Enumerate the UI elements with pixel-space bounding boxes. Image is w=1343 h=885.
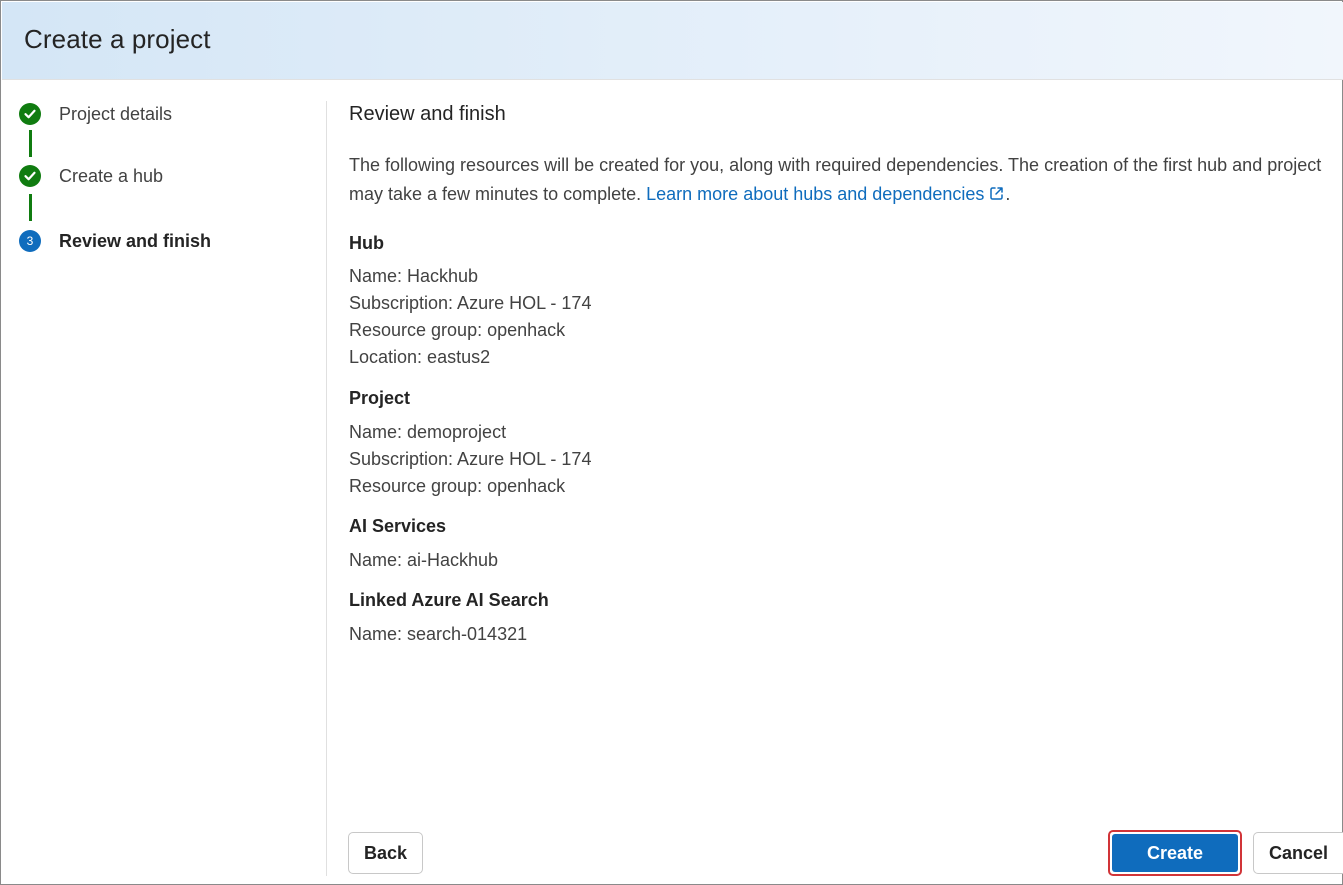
ai-search-section-title: Linked Azure AI Search: [349, 590, 549, 610]
project-name: Name: demoproject: [349, 422, 507, 442]
ai-services-name: Name: ai-Hackhub: [349, 550, 499, 570]
project-section-title: Project: [349, 388, 411, 408]
panel-divider: [326, 101, 327, 876]
project-subscription: Subscription: Azure HOL - 174: [349, 449, 592, 469]
ai-search-name: Name: search-014321: [349, 624, 528, 644]
hub-name: Name: Hackhub: [349, 266, 479, 286]
dialog-title: Create a project: [24, 24, 211, 54]
step-connector: [29, 194, 32, 221]
section-heading: Review and finish: [349, 103, 506, 125]
step-label: Review and finish: [59, 230, 212, 251]
create-button[interactable]: Create: [1112, 834, 1238, 872]
project-resource-group: Resource group: openhack: [349, 476, 566, 496]
step-label: Project details: [59, 103, 173, 124]
step-project-details[interactable]: Project details: [19, 102, 172, 126]
check-icon: [19, 165, 41, 187]
step-number-badge: 3: [19, 230, 41, 252]
intro-paragraph: The following resources will be created …: [349, 151, 1324, 211]
step-connector: [29, 130, 32, 157]
check-icon: [19, 103, 41, 125]
hub-section-title: Hub: [349, 233, 384, 253]
create-project-dialog: Create a project Project details Create …: [0, 0, 1343, 885]
intro-period: .: [1005, 184, 1011, 204]
ai-services-section-title: AI Services: [349, 516, 447, 536]
hub-resource-group: Resource group: openhack: [349, 320, 566, 340]
hub-location: Location: eastus2: [349, 347, 491, 367]
cancel-button[interactable]: Cancel: [1253, 832, 1343, 874]
back-button[interactable]: Back: [348, 832, 423, 874]
external-link-icon: [988, 182, 1005, 211]
step-label: Create a hub: [59, 165, 164, 186]
learn-more-link-label: Learn more about hubs and dependencies: [646, 184, 985, 204]
learn-more-link[interactable]: Learn more about hubs and dependencies: [646, 184, 1005, 204]
step-review-finish[interactable]: 3 Review and finish: [19, 229, 211, 253]
dialog-header: Create a project: [2, 2, 1343, 80]
step-create-hub[interactable]: Create a hub: [19, 164, 163, 188]
hub-subscription: Subscription: Azure HOL - 174: [349, 293, 592, 313]
